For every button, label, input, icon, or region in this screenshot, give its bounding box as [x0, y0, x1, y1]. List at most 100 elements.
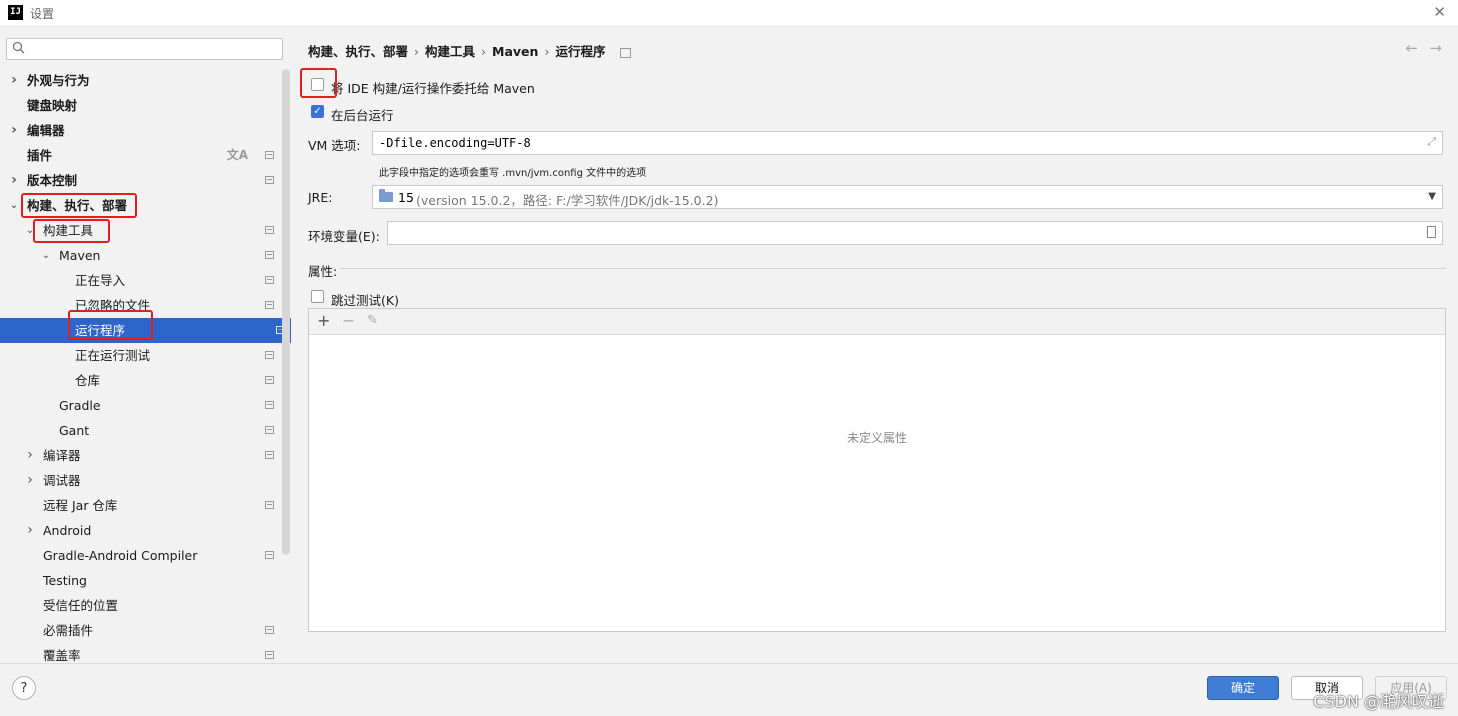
sidebar-item-label: 版本控制	[27, 173, 78, 188]
ok-button[interactable]: 确定	[1207, 676, 1279, 700]
edit-icon[interactable]: ✎	[367, 313, 378, 328]
add-icon[interactable]: +	[317, 311, 330, 330]
sidebar-item[interactable]: 正在运行测试	[0, 343, 280, 368]
jre-version: 15	[398, 190, 414, 205]
sidebar-item[interactable]: › 版本控制	[0, 168, 280, 193]
dialog-footer: ? 确定 取消 应用(A) CSDN @滟风叹逝	[0, 663, 1458, 716]
sidebar-item[interactable]: Gant	[0, 418, 280, 443]
run-in-background-label: 在后台运行	[331, 108, 394, 123]
sidebar-item-label: 正在导入	[75, 273, 126, 288]
breadcrumb-item[interactable]: 构建、执行、部署	[308, 44, 408, 59]
title-bar: IJ 设置 ✕	[0, 0, 1458, 27]
sidebar-item[interactable]: 插件 文A	[0, 143, 280, 168]
expand-icon[interactable]: ⤢	[1427, 135, 1436, 149]
sidebar-item[interactable]: 受信任的位置	[0, 593, 280, 618]
sidebar-item[interactable]: Testing	[0, 568, 280, 593]
chevron-right-icon[interactable]: ›	[9, 118, 19, 143]
sidebar-item[interactable]: › Android	[0, 518, 280, 543]
sidebar-item[interactable]: Gradle	[0, 393, 280, 418]
breadcrumb: 构建、执行、部署 › 构建工具 › Maven › 运行程序	[308, 41, 631, 60]
chevron-right-icon[interactable]: ›	[9, 168, 19, 193]
breadcrumb-item[interactable]: Maven	[492, 44, 538, 59]
run-in-background-checkbox[interactable]: ✓	[311, 105, 324, 118]
sidebar-item[interactable]: › 调试器	[0, 468, 280, 493]
vm-options-hint: 此字段中指定的选项会重写 .mvn/jvm.config 文件中的选项	[379, 168, 647, 179]
chevron-right-icon[interactable]: ›	[25, 518, 35, 543]
sidebar-item-label: Android	[43, 523, 92, 538]
jre-select[interactable]: 15 (version 15.0.2，路径: F:/学习软件/JDK/jdk-1…	[372, 185, 1443, 209]
breadcrumb-item[interactable]: 构建工具	[425, 44, 475, 59]
properties-label: 属性:	[308, 264, 338, 279]
project-scope-icon	[265, 251, 274, 259]
vm-options-input[interactable]: -Dfile.encoding=UTF-8 ⤢	[372, 131, 1443, 155]
sidebar-item-label: 必需插件	[43, 623, 94, 638]
sidebar-item-label: 已忽略的文件	[75, 298, 151, 313]
watermark: CSDN @滟风叹逝	[1313, 692, 1444, 711]
search-input[interactable]	[6, 38, 283, 60]
project-scope-icon	[265, 401, 274, 409]
vm-options-label: VM 选项:	[308, 138, 361, 153]
sidebar-item-label: Testing	[43, 573, 87, 588]
sidebar-item-label: 外观与行为	[27, 73, 90, 88]
properties-toolbar: + − ✎	[309, 309, 1445, 335]
settings-sidebar: › 外观与行为 键盘映射 › 编辑器 插件 文A › 版本控制 ⌄ 构建、执行、部署 ⌄ 构建工具 ⌄ Ma…	[0, 27, 291, 663]
empty-properties-text: 未定义属性	[846, 431, 907, 445]
remove-icon[interactable]: −	[342, 311, 355, 330]
project-scope-icon	[265, 451, 274, 459]
folder-icon	[379, 189, 393, 202]
sidebar-item-label: 受信任的位置	[43, 598, 119, 613]
project-scope-icon	[265, 151, 274, 159]
sidebar-item[interactable]: 运行程序	[0, 318, 291, 343]
sidebar-item[interactable]: › 编译器	[0, 443, 280, 468]
chevron-right-icon[interactable]: ›	[25, 468, 35, 493]
sidebar-item[interactable]: ⌄ 构建工具	[0, 218, 280, 243]
sidebar-item[interactable]: › 外观与行为	[0, 68, 280, 93]
project-scope-icon	[265, 176, 274, 184]
sidebar-item-label: Gradle	[59, 398, 101, 413]
properties-table: + − ✎ 未定义属性	[308, 308, 1446, 632]
sidebar-item[interactable]: 键盘映射	[0, 93, 280, 118]
sidebar-item-label: 调试器	[43, 473, 81, 488]
sidebar-item[interactable]: › 编辑器	[0, 118, 280, 143]
skip-tests-label: 跳过测试(K)	[331, 293, 399, 308]
sidebar-item[interactable]: 必需插件	[0, 618, 280, 643]
sidebar-item[interactable]: 正在导入	[0, 268, 280, 293]
sidebar-item[interactable]: 已忽略的文件	[0, 293, 280, 318]
skip-tests-checkbox[interactable]	[311, 290, 324, 303]
chevron-down-icon[interactable]: ⌄	[41, 243, 51, 268]
sidebar-item-label: 正在运行测试	[75, 348, 151, 363]
help-button[interactable]: ?	[12, 676, 36, 700]
browse-icon[interactable]	[1427, 226, 1436, 238]
sidebar-item[interactable]: 远程 Jar 仓库	[0, 493, 280, 518]
sidebar-item-label: 编译器	[43, 448, 81, 463]
project-scope-icon	[265, 551, 274, 559]
back-arrow-icon[interactable]: ←	[1405, 39, 1418, 57]
sidebar-item-label: 远程 Jar 仓库	[43, 498, 118, 513]
close-icon[interactable]: ✕	[1433, 3, 1446, 21]
intellij-logo-icon: IJ	[8, 5, 23, 20]
forward-arrow-icon[interactable]: →	[1429, 39, 1442, 57]
chevron-down-icon[interactable]: ▼	[1428, 191, 1436, 202]
chevron-right-icon[interactable]: ›	[25, 443, 35, 468]
project-scope-icon	[619, 47, 631, 58]
sidebar-item-label: 键盘映射	[27, 98, 78, 113]
sidebar-scrollbar[interactable]	[282, 69, 290, 555]
sidebar-item[interactable]: Gradle-Android Compiler	[0, 543, 280, 568]
sidebar-item[interactable]: 覆盖率	[0, 643, 280, 663]
sidebar-item[interactable]: 仓库	[0, 368, 280, 393]
delegate-to-maven-checkbox[interactable]	[311, 78, 324, 91]
sidebar-item-label: 插件	[27, 148, 53, 163]
chevron-down-icon[interactable]: ⌄	[25, 218, 35, 243]
properties-divider	[341, 268, 1446, 269]
search-icon	[12, 41, 25, 54]
delegate-to-maven-label: 将 IDE 构建/运行操作委托给 Maven	[331, 81, 535, 96]
chevron-right-icon[interactable]: ›	[9, 68, 19, 93]
sidebar-item-label: Gant	[59, 423, 90, 438]
vm-options-value: -Dfile.encoding=UTF-8	[379, 136, 531, 150]
sidebar-item-label: Maven	[59, 248, 101, 263]
sidebar-item[interactable]: ⌄ Maven	[0, 243, 280, 268]
sidebar-item[interactable]: ⌄ 构建、执行、部署	[0, 193, 280, 218]
env-vars-input[interactable]	[387, 221, 1443, 245]
chevron-down-icon[interactable]: ⌄	[9, 193, 19, 218]
sidebar-item-label: 覆盖率	[43, 648, 81, 663]
